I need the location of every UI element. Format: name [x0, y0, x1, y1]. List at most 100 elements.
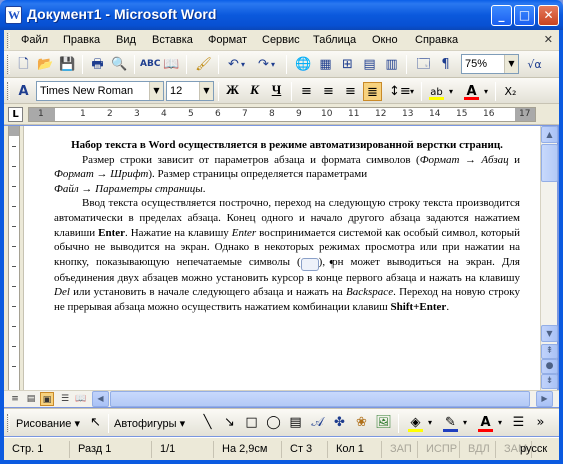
- align-left-icon[interactable]: ≡: [297, 82, 316, 101]
- format-painter-icon[interactable]: 🖌: [194, 55, 213, 74]
- draw-menu-button[interactable]: Рисование ▾: [16, 417, 80, 430]
- menu-format[interactable]: Формат: [208, 34, 247, 46]
- research-icon[interactable]: 📖: [162, 55, 181, 74]
- menu-help[interactable]: Справка: [415, 34, 458, 46]
- scroll-down-icon[interactable]: ▼: [541, 325, 558, 342]
- insert-diagram-icon[interactable]: ✤: [330, 413, 349, 432]
- font-name-select[interactable]: Times New Roman ▼: [36, 81, 164, 101]
- menu-window[interactable]: Окно: [372, 34, 398, 46]
- status-record-macro[interactable]: ЗАП: [386, 441, 418, 458]
- font-size-dropdown-icon[interactable]: ▼: [199, 82, 213, 100]
- hyperlink-icon[interactable]: 🌐: [294, 55, 313, 74]
- vertical-scrollbar[interactable]: ▲ ▼ ⇞ ● ⇟: [540, 126, 558, 390]
- align-center-icon[interactable]: ≡: [319, 82, 338, 101]
- horizontal-scroll-thumb[interactable]: [110, 391, 530, 407]
- toolbar-options-icon[interactable]: »: [531, 413, 550, 432]
- zoom-select[interactable]: 75% ▼: [461, 54, 519, 74]
- underline-button[interactable]: Ч: [267, 82, 286, 101]
- scroll-left-icon[interactable]: ◀: [92, 391, 109, 407]
- menu-file[interactable]: Файл: [21, 34, 48, 46]
- reading-layout-icon[interactable]: 📖: [74, 392, 88, 406]
- line-spacing-dropdown-icon[interactable]: ▾: [407, 82, 417, 101]
- select-objects-icon[interactable]: ↖: [86, 413, 105, 432]
- normal-view-icon[interactable]: ≡: [8, 392, 22, 406]
- insert-excel-icon[interactable]: ▤: [360, 55, 379, 74]
- equation-icon[interactable]: √α: [525, 55, 544, 74]
- font-color-dropdown-icon[interactable]: ▾: [481, 82, 491, 101]
- undo-dropdown-icon[interactable]: ▾: [238, 55, 248, 74]
- oval-icon[interactable]: ◯: [264, 413, 283, 432]
- styles-formatting-icon[interactable]: A: [14, 82, 33, 101]
- outline-view-icon[interactable]: ☰: [58, 392, 72, 406]
- line-color-icon[interactable]: ✎: [441, 413, 460, 432]
- maximize-button[interactable]: □: [514, 5, 535, 26]
- zoom-dropdown-icon[interactable]: ▼: [504, 55, 518, 73]
- line-style-icon[interactable]: ☰: [509, 413, 528, 432]
- previous-page-icon[interactable]: ⇞: [541, 344, 558, 359]
- autoshapes-menu-button[interactable]: Автофигуры ▾: [114, 417, 185, 430]
- toolbar-grip[interactable]: [7, 414, 10, 432]
- fill-color-icon[interactable]: ◈: [406, 413, 425, 432]
- menu-tools[interactable]: Сервис: [262, 34, 300, 46]
- line-color-dropdown-icon[interactable]: ▾: [460, 413, 470, 432]
- toolbar-grip[interactable]: [7, 82, 10, 100]
- web-layout-icon[interactable]: ▤: [24, 392, 38, 406]
- highlight-dropdown-icon[interactable]: ▾: [446, 82, 456, 101]
- vertical-scroll-thumb[interactable]: [541, 144, 558, 182]
- line-icon[interactable]: ╲: [198, 413, 217, 432]
- close-document-icon[interactable]: ✕: [544, 33, 553, 46]
- insert-wordart-icon[interactable]: 𝒜: [308, 413, 327, 432]
- horizontal-ruler[interactable]: 1 1 2 3 4 5 6 7 8 9 10 11 12 13 14 15 16…: [28, 107, 536, 122]
- draw-font-color-icon[interactable]: A: [476, 413, 495, 432]
- next-page-icon[interactable]: ⇟: [541, 374, 558, 389]
- document-page[interactable]: Набор текста в Word осуществляется в реж…: [54, 138, 520, 315]
- select-browse-object-icon[interactable]: ●: [541, 359, 558, 374]
- align-right-icon[interactable]: ≡: [341, 82, 360, 101]
- insert-table-icon[interactable]: ⊞: [338, 55, 357, 74]
- text-box-icon[interactable]: ▤: [286, 413, 305, 432]
- save-icon[interactable]: 💾: [58, 55, 77, 74]
- status-track-changes[interactable]: ИСПР: [422, 441, 460, 458]
- font-size-select[interactable]: 12 ▼: [166, 81, 214, 101]
- menu-table[interactable]: Таблица: [313, 34, 356, 46]
- show-hide-formatting-icon[interactable]: ¶: [436, 55, 455, 74]
- spelling-icon[interactable]: ABC: [140, 55, 160, 74]
- subscript-icon[interactable]: X₂: [501, 82, 520, 101]
- clip-art-icon[interactable]: ❀: [352, 413, 371, 432]
- redo-dropdown-icon[interactable]: ▾: [268, 55, 278, 74]
- open-folder-icon[interactable]: 📂: [36, 55, 55, 74]
- font-name-dropdown-icon[interactable]: ▼: [149, 82, 163, 100]
- minimize-button[interactable]: _: [491, 5, 512, 26]
- status-extend-selection[interactable]: ВДЛ: [464, 441, 496, 458]
- menu-edit[interactable]: Правка: [63, 34, 100, 46]
- menu-insert[interactable]: Вставка: [152, 34, 193, 46]
- tables-borders-icon[interactable]: ▦: [316, 55, 335, 74]
- document-map-icon[interactable]: 🗔: [414, 55, 433, 74]
- new-document-icon[interactable]: 🗋: [14, 55, 33, 74]
- justify-icon[interactable]: ≣: [363, 82, 382, 101]
- menu-view[interactable]: Вид: [116, 34, 136, 46]
- close-button[interactable]: ✕: [538, 5, 559, 26]
- print-layout-icon[interactable]: ▣: [40, 392, 54, 406]
- italic-button[interactable]: К: [245, 82, 264, 101]
- line-spacing-icon[interactable]: ↕≡: [389, 82, 411, 101]
- print-preview-icon[interactable]: 🔍: [110, 55, 129, 74]
- toolbar-grip[interactable]: [7, 55, 10, 74]
- status-language[interactable]: русск: [518, 441, 560, 458]
- scroll-up-icon[interactable]: ▲: [541, 126, 558, 143]
- vertical-ruler[interactable]: [4, 126, 24, 390]
- arrow-icon[interactable]: ↘: [220, 413, 239, 432]
- scroll-right-icon[interactable]: ▶: [536, 391, 553, 407]
- document-area[interactable]: Набор текста в Word осуществляется в реж…: [24, 126, 540, 390]
- columns-icon[interactable]: ▥: [382, 55, 401, 74]
- print-icon[interactable]: 🖶: [88, 55, 107, 74]
- insert-picture-icon[interactable]: 🖼: [374, 413, 393, 432]
- tab-selector-button[interactable]: L: [8, 107, 23, 122]
- menu-grip[interactable]: [7, 33, 10, 48]
- draw-font-color-dropdown-icon[interactable]: ▾: [495, 413, 505, 432]
- fill-color-dropdown-icon[interactable]: ▾: [425, 413, 435, 432]
- rectangle-icon[interactable]: □: [242, 413, 261, 432]
- font-color-icon[interactable]: A: [462, 82, 481, 101]
- highlight-icon[interactable]: ab: [427, 82, 446, 101]
- bold-button[interactable]: Ж: [223, 82, 242, 101]
